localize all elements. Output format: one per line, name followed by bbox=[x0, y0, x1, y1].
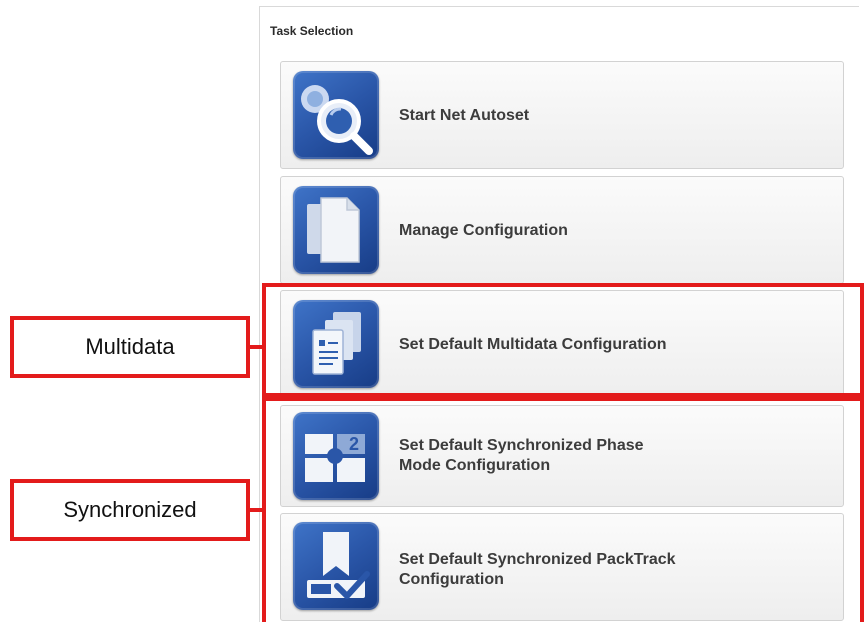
start-net-autoset-button[interactable]: Start Net Autoset bbox=[280, 61, 844, 169]
panel-title: Task Selection bbox=[270, 24, 354, 38]
manage-configuration-button[interactable]: Manage Configuration bbox=[280, 176, 844, 284]
synchronized-connector bbox=[250, 508, 264, 512]
synchronized-annotation-label: Synchronized bbox=[10, 479, 250, 541]
multidata-highlight bbox=[262, 283, 864, 397]
documents-icon bbox=[293, 186, 379, 274]
multidata-annotation-label: Multidata bbox=[10, 316, 250, 378]
magnifier-icon bbox=[293, 71, 379, 159]
task-label: Manage Configuration bbox=[399, 222, 568, 239]
multidata-connector bbox=[250, 345, 264, 349]
synchronized-highlight bbox=[262, 397, 864, 622]
task-label: Start Net Autoset bbox=[399, 107, 530, 124]
